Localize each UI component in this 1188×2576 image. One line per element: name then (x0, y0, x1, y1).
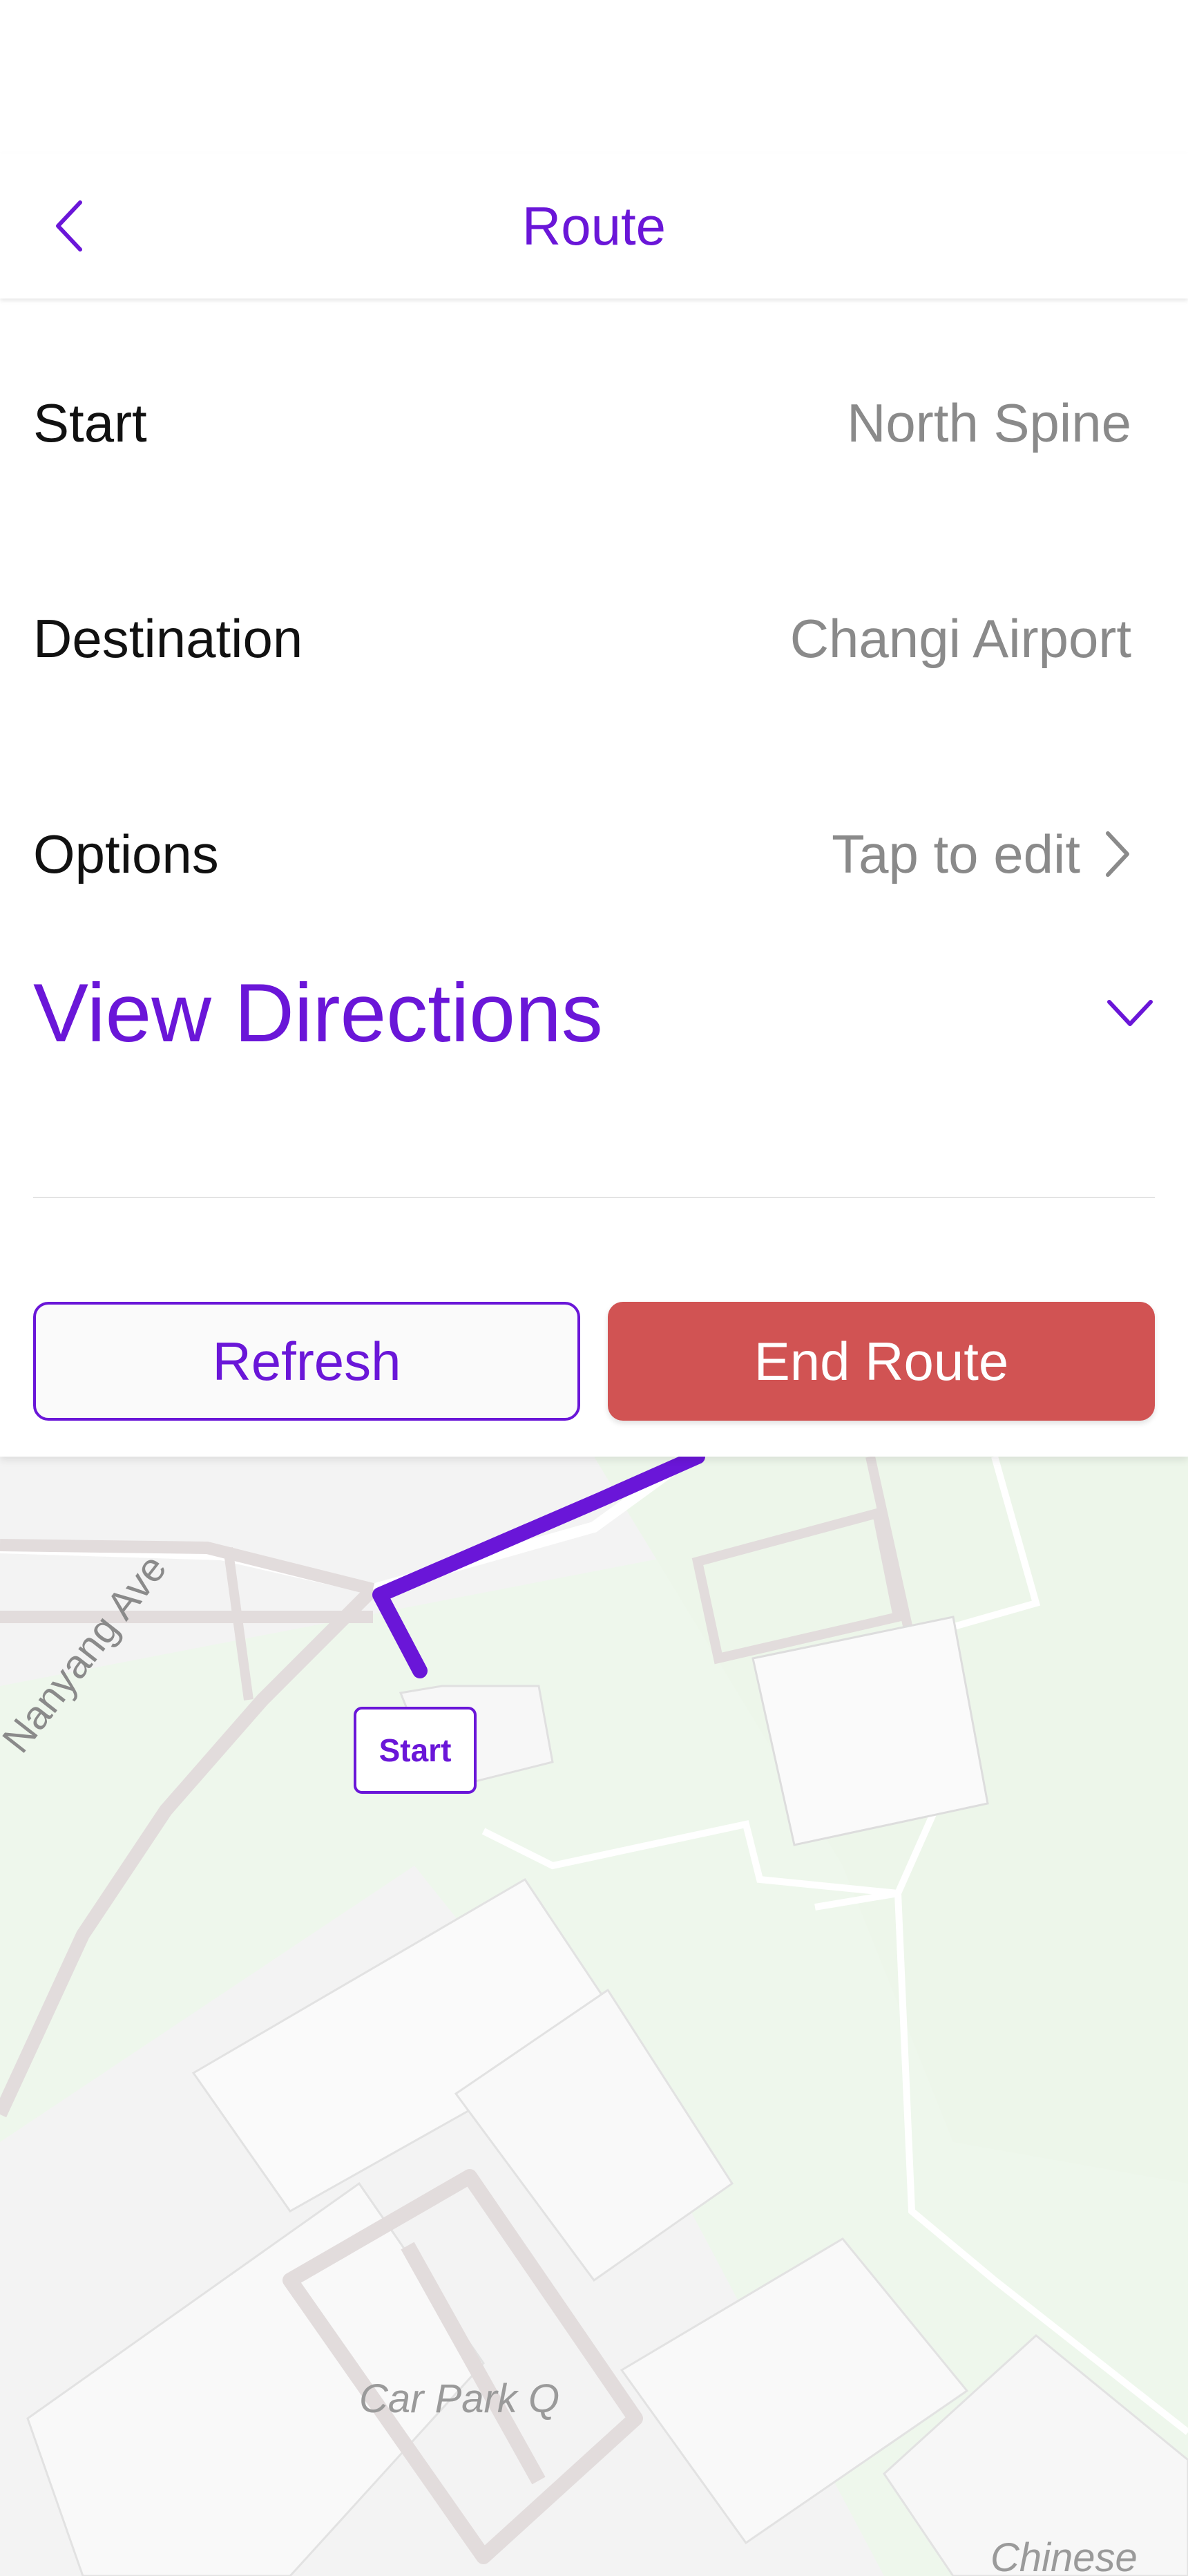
status-bar-area (0, 0, 1188, 154)
start-row[interactable]: Start North Spine (33, 368, 1131, 478)
view-directions-toggle[interactable]: View Directions (33, 958, 1155, 1068)
start-label: Start (33, 392, 147, 453)
options-value: Tap to edit (832, 823, 1080, 884)
map-canvas (0, 1457, 1188, 2576)
route-map[interactable]: Nanyang Ave Car Park Q Chinese He (0, 1457, 1188, 2576)
start-marker[interactable]: Start (354, 1707, 477, 1794)
divider (33, 1197, 1155, 1198)
page-title: Route (521, 196, 667, 256)
start-value: North Spine (847, 392, 1131, 453)
options-row[interactable]: Options Tap to edit (33, 799, 1131, 909)
refresh-button[interactable]: Refresh (33, 1302, 580, 1421)
options-label: Options (33, 823, 219, 884)
view-directions-label: View Directions (33, 967, 603, 1059)
destination-label: Destination (33, 607, 303, 669)
car-park-label: Car Park Q (359, 2376, 560, 2421)
building-label: Chinese He (990, 2535, 1138, 2576)
destination-value: Changi Airport (789, 607, 1131, 669)
end-route-button[interactable]: End Route (608, 1302, 1155, 1421)
chevron-right-icon (1106, 831, 1129, 877)
route-panel: Start North Spine Destination Changi Air… (0, 299, 1188, 1457)
navigation-bar: Route (0, 153, 1188, 299)
chevron-down-icon (1107, 1000, 1153, 1026)
destination-row[interactable]: Destination Changi Airport (33, 583, 1131, 694)
